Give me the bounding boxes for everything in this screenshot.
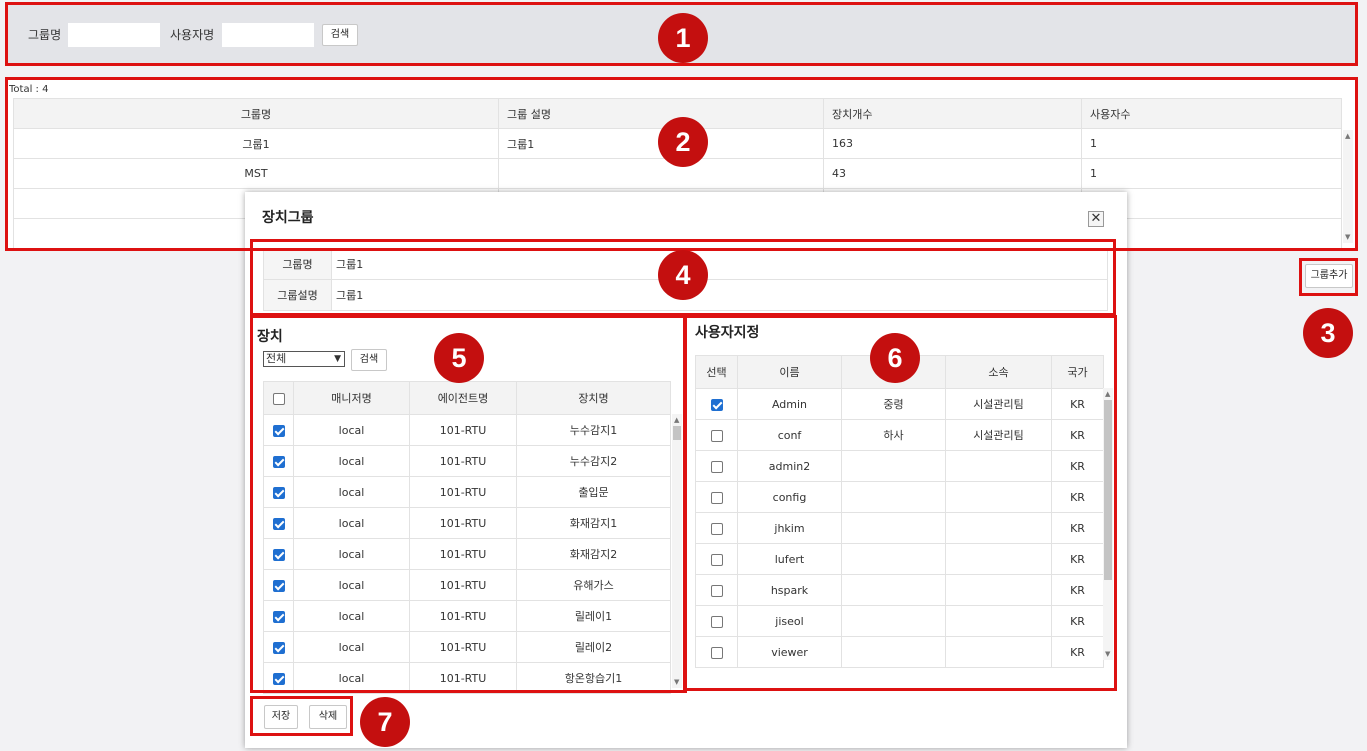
annotation-box-3 — [1299, 258, 1358, 296]
annotation-badge-5: 5 — [434, 333, 484, 383]
annotation-badge-4: 4 — [658, 250, 708, 300]
annotation-badge-7: 7 — [360, 697, 410, 747]
annotation-box-7 — [250, 696, 353, 736]
annotation-badge-6: 6 — [870, 333, 920, 383]
annotation-badge-1: 1 — [658, 13, 708, 63]
annotation-badge-2: 2 — [658, 117, 708, 167]
annotation-badge-3: 3 — [1303, 308, 1353, 358]
